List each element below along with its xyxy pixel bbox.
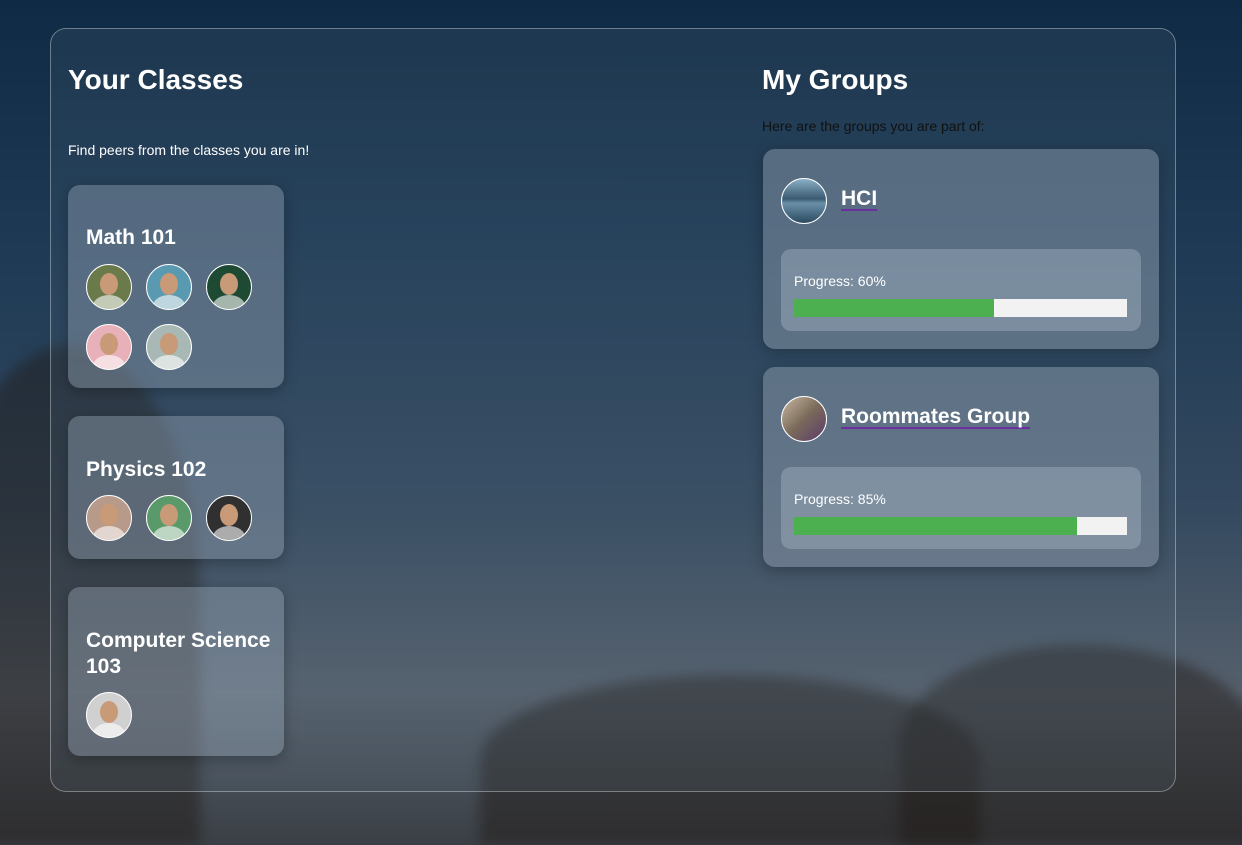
class-card-physics-102[interactable]: Physics 102	[68, 416, 284, 559]
progress-box: Progress: 85%	[781, 467, 1141, 549]
peer-avatar[interactable]	[146, 324, 192, 370]
peer-avatar[interactable]	[206, 264, 252, 310]
group-image-icon	[781, 396, 827, 442]
class-name: Math 101	[86, 226, 176, 249]
class-card-math-101[interactable]: Math 101	[68, 185, 284, 388]
group-link-hci[interactable]: HCI	[841, 187, 877, 211]
peer-avatar[interactable]	[206, 495, 252, 541]
class-card-computer-science-103[interactable]: Computer Science 103	[68, 587, 284, 756]
classes-title: Your Classes	[68, 64, 244, 95]
progress-label: Progress: 85%	[794, 491, 886, 507]
class-name: Computer Science 103	[86, 629, 271, 678]
group-image-icon	[781, 178, 827, 224]
classes-subtitle: Find peers from the classes you are in!	[68, 142, 310, 158]
progress-bar	[794, 517, 1127, 535]
progress-fill	[794, 299, 994, 317]
peer-avatar[interactable]	[86, 264, 132, 310]
class-name: Physics 102	[86, 458, 207, 481]
progress-box: Progress: 60%	[781, 249, 1141, 331]
groups-title: My Groups	[762, 64, 909, 95]
progress-bar	[794, 299, 1127, 317]
peer-avatar[interactable]	[86, 495, 132, 541]
group-card-hci: HCI Progress: 60%	[763, 149, 1159, 349]
progress-label: Progress: 60%	[794, 273, 886, 289]
peer-avatar[interactable]	[86, 324, 132, 370]
progress-fill	[794, 517, 1078, 535]
peer-avatar[interactable]	[146, 264, 192, 310]
group-card-roommates: Roommates Group Progress: 85%	[763, 367, 1159, 567]
peer-avatar[interactable]	[86, 692, 132, 738]
group-link-roommates[interactable]: Roommates Group	[841, 405, 1030, 429]
groups-subtitle: Here are the groups you are part of:	[762, 118, 985, 134]
peer-avatar[interactable]	[146, 495, 192, 541]
